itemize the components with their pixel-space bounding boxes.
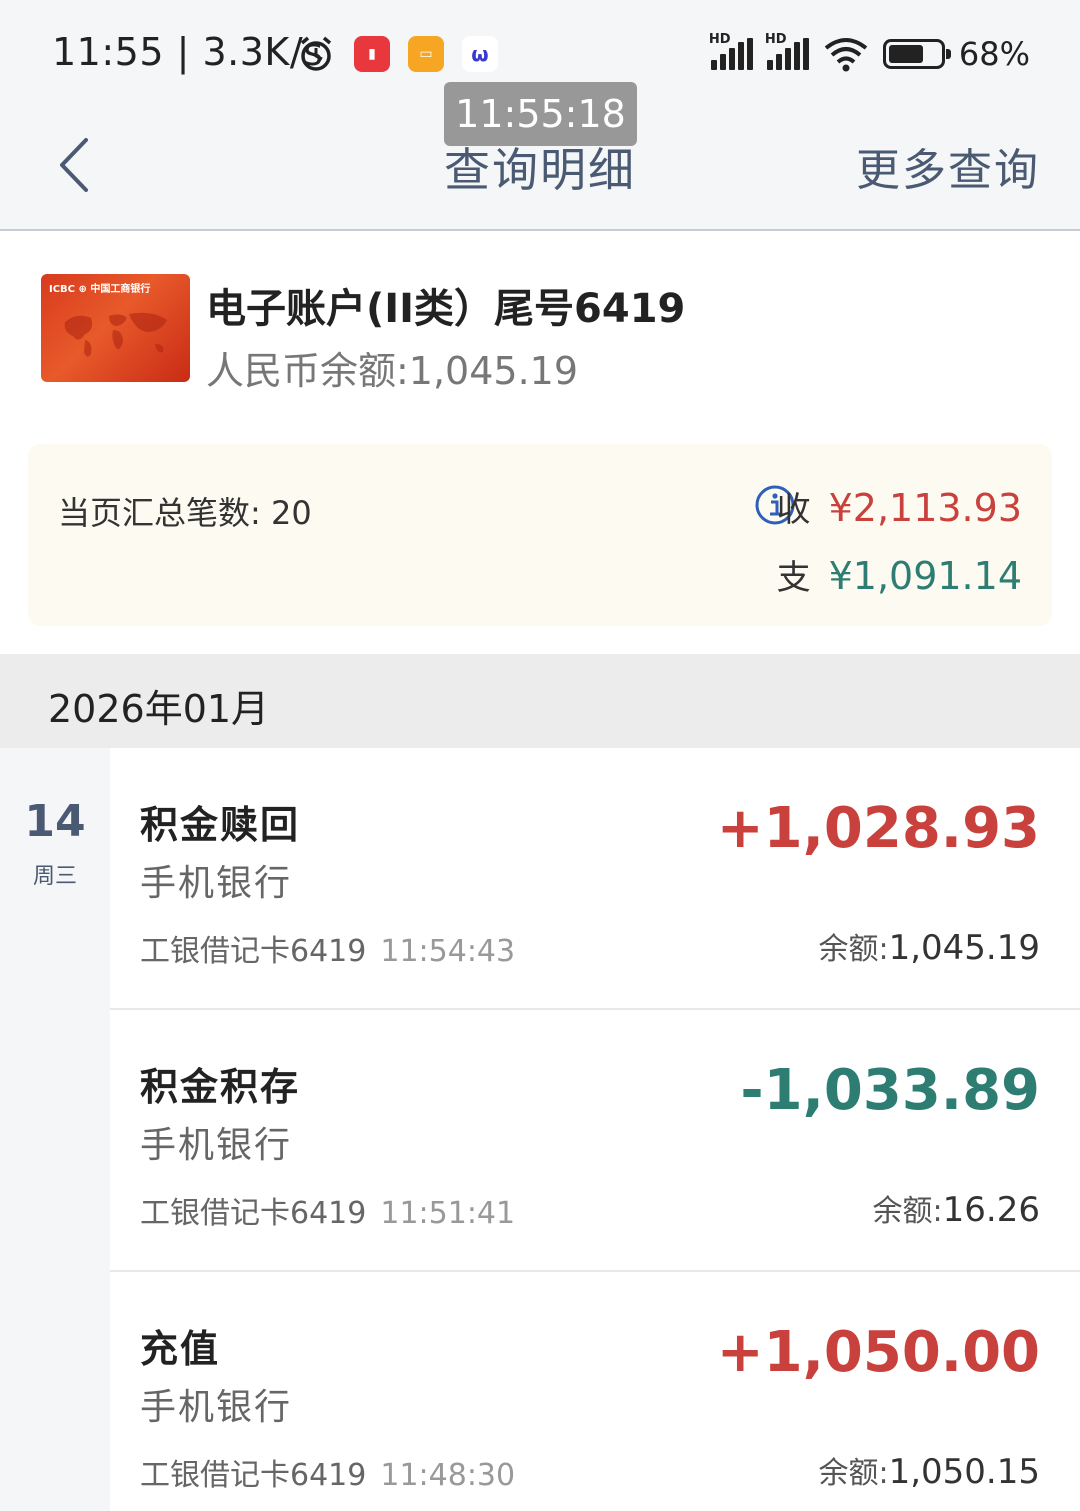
world-map-icon <box>64 312 167 357</box>
balance-value: 16.26 <box>942 1190 1040 1230</box>
month-label: 2026年01月 <box>48 687 270 731</box>
balance-value: 1,045.19 <box>888 928 1040 968</box>
card-name: 工银借记卡6419 <box>140 1458 367 1493</box>
signal-hd-icon: HD <box>709 32 753 70</box>
transaction-card: 工银借记卡6419 11:51:41 <box>140 1188 515 1232</box>
transaction-title: 积金积存 <box>140 1065 301 1109</box>
card-name: 工银借记卡6419 <box>140 1196 367 1231</box>
expense-label: 支 <box>776 558 811 598</box>
transaction-balance: 余额:16.26 <box>873 1186 1040 1230</box>
balance-value: 1,050.15 <box>888 1452 1040 1492</box>
transaction-row[interactable]: 积金积存 手机银行 工银借记卡6419 11:51:41 -1,033.89 余额… <box>110 1010 1080 1272</box>
date-weekday: 周三 <box>32 864 77 889</box>
transaction-balance: 余额:1,050.15 <box>818 1448 1040 1492</box>
month-header: 2026年01月 <box>0 654 1080 748</box>
signal-hd-icon: HD <box>765 32 809 70</box>
transaction-balance: 余额:1,045.19 <box>818 924 1040 968</box>
status-icons-right: HD HD 68% <box>709 32 1030 76</box>
card-brand: ICBC ⊕ 中国工商银行 <box>49 284 151 295</box>
transaction-amount: -1,033.89 <box>740 1058 1040 1123</box>
alarm-icon <box>300 36 332 71</box>
transaction-row[interactable]: 充值 手机银行 工银借记卡6419 11:48:30 +1,050.00 余额:1… <box>110 1272 1080 1511</box>
expense-value: ¥1,091.14 <box>828 554 1022 598</box>
more-query-button[interactable]: 更多查询 <box>856 134 1040 198</box>
transaction-time: 11:48:30 <box>380 1458 516 1493</box>
transaction-row[interactable]: 积金赎回 手机银行 工银借记卡6419 11:54:43 +1,028.93 余额… <box>110 748 1080 1010</box>
transaction-channel: 手机银行 <box>140 1125 293 1166</box>
screenshot-time-overlay: 11:55:18 <box>444 82 637 146</box>
transaction-card: 工银借记卡6419 11:48:30 <box>140 1450 515 1494</box>
unionpay-app-icon: ▮ <box>354 36 390 72</box>
account-balance: 人民币余额:1,045.19 <box>206 349 579 393</box>
status-time: 11:55 | 3.3K/s <box>52 30 324 74</box>
status-icons-left: ▮ ▭ ω <box>296 34 498 74</box>
wifi-icon <box>824 38 868 72</box>
page-summary: 当页汇总笔数: 20 收 ¥2,113.93 支 ¥1,091.14 <box>28 444 1052 626</box>
transaction-channel: 手机银行 <box>140 863 293 904</box>
battery-icon <box>882 39 951 69</box>
account-info[interactable]: ICBC ⊕ 中国工商银行 电子账户(II类）尾号6419 人民币余额:1,04… <box>0 232 1080 442</box>
transaction-amount: +1,028.93 <box>716 796 1040 861</box>
transaction-time: 11:51:41 <box>380 1196 516 1231</box>
notes-app-icon: ▭ <box>408 36 444 72</box>
transaction-card: 工银借记卡6419 11:54:43 <box>140 926 515 970</box>
battery-percent: 68% <box>958 35 1030 73</box>
card-name: 工银借记卡6419 <box>140 934 367 969</box>
expense-summary: 支 ¥1,091.14 <box>777 550 1022 599</box>
transaction-channel: 手机银行 <box>140 1387 293 1428</box>
balance-label: 余额: <box>872 1194 943 1229</box>
date-column: 14 周三 <box>0 748 110 1511</box>
transaction-title: 充值 <box>140 1327 221 1371</box>
date-day: 14 <box>24 796 86 847</box>
income-value: ¥2,113.93 <box>828 486 1022 530</box>
app-icon: ω <box>462 36 498 72</box>
transaction-title: 积金赎回 <box>140 803 301 847</box>
balance-label: 余额: <box>818 932 889 967</box>
bank-card-image: ICBC ⊕ 中国工商银行 <box>41 274 190 382</box>
balance-label: 余额: <box>818 1456 889 1491</box>
transaction-amount: +1,050.00 <box>716 1320 1040 1385</box>
summary-count: 当页汇总笔数: 20 <box>58 494 312 532</box>
income-summary: 收 ¥2,113.93 <box>777 482 1022 531</box>
transaction-time: 11:54:43 <box>380 934 516 969</box>
transaction-list: 14 周三 积金赎回 手机银行 工银借记卡6419 11:54:43 +1,028… <box>0 748 1080 1511</box>
income-label: 收 <box>776 490 811 530</box>
account-name: 电子账户(II类）尾号6419 <box>206 286 686 332</box>
